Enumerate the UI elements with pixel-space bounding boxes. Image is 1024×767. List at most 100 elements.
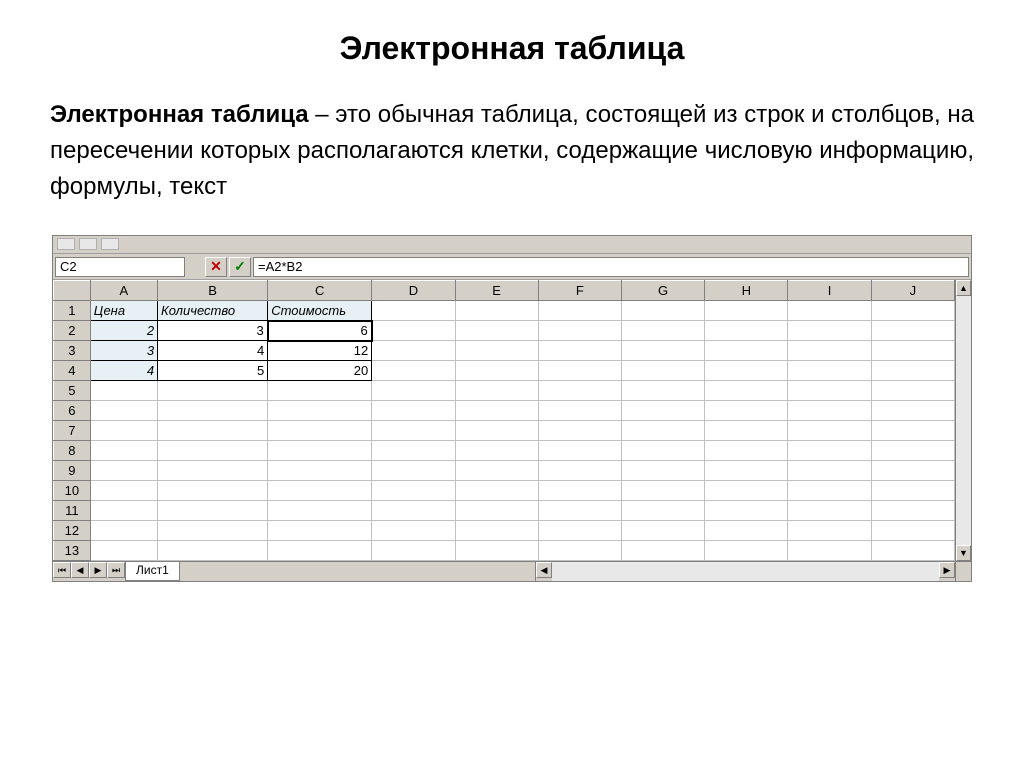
spreadsheet-grid[interactable]: A B C D E F G H I J 1 Цена Количество Ст… xyxy=(53,280,955,561)
cell[interactable] xyxy=(90,421,157,441)
cell[interactable] xyxy=(455,541,538,561)
cell[interactable] xyxy=(268,501,372,521)
cell[interactable] xyxy=(372,301,455,321)
scroll-left-icon[interactable]: ◀ xyxy=(536,562,552,578)
cell-a3[interactable]: 3 xyxy=(90,341,157,361)
cell[interactable] xyxy=(538,461,621,481)
cell[interactable] xyxy=(788,421,871,441)
cell[interactable] xyxy=(372,381,455,401)
cell-a4[interactable]: 4 xyxy=(90,361,157,381)
cell[interactable] xyxy=(158,381,268,401)
cell[interactable] xyxy=(621,341,704,361)
cell[interactable] xyxy=(268,461,372,481)
cell-a2[interactable]: 2 xyxy=(90,321,157,341)
cell[interactable] xyxy=(158,541,268,561)
cell[interactable] xyxy=(788,501,871,521)
cell[interactable] xyxy=(871,381,954,401)
cell[interactable] xyxy=(268,401,372,421)
cell[interactable] xyxy=(372,421,455,441)
col-header-c[interactable]: C xyxy=(268,281,372,301)
cell[interactable] xyxy=(705,361,788,381)
cell[interactable] xyxy=(621,521,704,541)
cell[interactable] xyxy=(705,501,788,521)
cell[interactable] xyxy=(788,341,871,361)
cell[interactable] xyxy=(621,501,704,521)
cell[interactable] xyxy=(705,521,788,541)
cell[interactable] xyxy=(621,441,704,461)
cell[interactable] xyxy=(871,481,954,501)
cell[interactable] xyxy=(538,361,621,381)
select-all-corner[interactable] xyxy=(54,281,91,301)
col-header-h[interactable]: H xyxy=(705,281,788,301)
scroll-up-icon[interactable]: ▲ xyxy=(956,280,971,296)
cell[interactable] xyxy=(538,301,621,321)
cell[interactable] xyxy=(871,461,954,481)
cell[interactable] xyxy=(788,481,871,501)
cell[interactable] xyxy=(538,441,621,461)
cancel-icon[interactable]: ✕ xyxy=(205,257,227,277)
scroll-track[interactable] xyxy=(552,562,939,581)
row-header[interactable]: 12 xyxy=(54,521,91,541)
cell-b3[interactable]: 4 xyxy=(158,341,268,361)
cell[interactable] xyxy=(372,361,455,381)
cell[interactable] xyxy=(705,441,788,461)
cell[interactable] xyxy=(871,441,954,461)
cell[interactable] xyxy=(90,441,157,461)
cell[interactable] xyxy=(268,421,372,441)
cell[interactable] xyxy=(538,501,621,521)
cell[interactable] xyxy=(455,321,538,341)
cell[interactable] xyxy=(90,521,157,541)
cell[interactable] xyxy=(788,541,871,561)
cell[interactable] xyxy=(621,421,704,441)
cell[interactable] xyxy=(455,381,538,401)
cell[interactable] xyxy=(538,321,621,341)
cell[interactable] xyxy=(538,421,621,441)
cell[interactable] xyxy=(788,461,871,481)
cell[interactable] xyxy=(158,401,268,421)
row-header[interactable]: 10 xyxy=(54,481,91,501)
cell[interactable] xyxy=(268,541,372,561)
scroll-right-icon[interactable]: ▶ xyxy=(939,562,955,578)
row-header[interactable]: 13 xyxy=(54,541,91,561)
row-header[interactable]: 5 xyxy=(54,381,91,401)
cell[interactable] xyxy=(705,341,788,361)
cell[interactable] xyxy=(455,461,538,481)
cell[interactable] xyxy=(455,481,538,501)
cell[interactable] xyxy=(158,521,268,541)
scroll-down-icon[interactable]: ▼ xyxy=(956,545,971,561)
cell[interactable] xyxy=(705,301,788,321)
cell[interactable] xyxy=(871,501,954,521)
row-header[interactable]: 6 xyxy=(54,401,91,421)
cell[interactable] xyxy=(372,441,455,461)
cell[interactable] xyxy=(705,481,788,501)
cell-c2-selected[interactable]: 6 xyxy=(268,321,372,341)
header-cost[interactable]: Стоимость xyxy=(268,301,372,321)
cell[interactable] xyxy=(372,481,455,501)
cell[interactable] xyxy=(372,541,455,561)
cell[interactable] xyxy=(90,501,157,521)
tab-next-icon[interactable]: ▶ xyxy=(89,562,107,578)
col-header-a[interactable]: A xyxy=(90,281,157,301)
cell[interactable] xyxy=(788,441,871,461)
col-header-f[interactable]: F xyxy=(538,281,621,301)
cell[interactable] xyxy=(538,481,621,501)
header-price[interactable]: Цена xyxy=(90,301,157,321)
name-box[interactable] xyxy=(55,257,185,277)
col-header-b[interactable]: B xyxy=(158,281,268,301)
cell[interactable] xyxy=(158,481,268,501)
cell[interactable] xyxy=(90,481,157,501)
cell[interactable] xyxy=(871,401,954,421)
cell[interactable] xyxy=(158,501,268,521)
cell[interactable] xyxy=(871,421,954,441)
cell[interactable] xyxy=(372,461,455,481)
cell[interactable] xyxy=(372,341,455,361)
cell[interactable] xyxy=(455,501,538,521)
cell[interactable] xyxy=(871,541,954,561)
cell[interactable] xyxy=(90,381,157,401)
scroll-track[interactable] xyxy=(956,296,971,545)
cell-b2[interactable]: 3 xyxy=(158,321,268,341)
cell[interactable] xyxy=(871,321,954,341)
cell[interactable] xyxy=(871,341,954,361)
cell[interactable] xyxy=(621,481,704,501)
col-header-g[interactable]: G xyxy=(621,281,704,301)
